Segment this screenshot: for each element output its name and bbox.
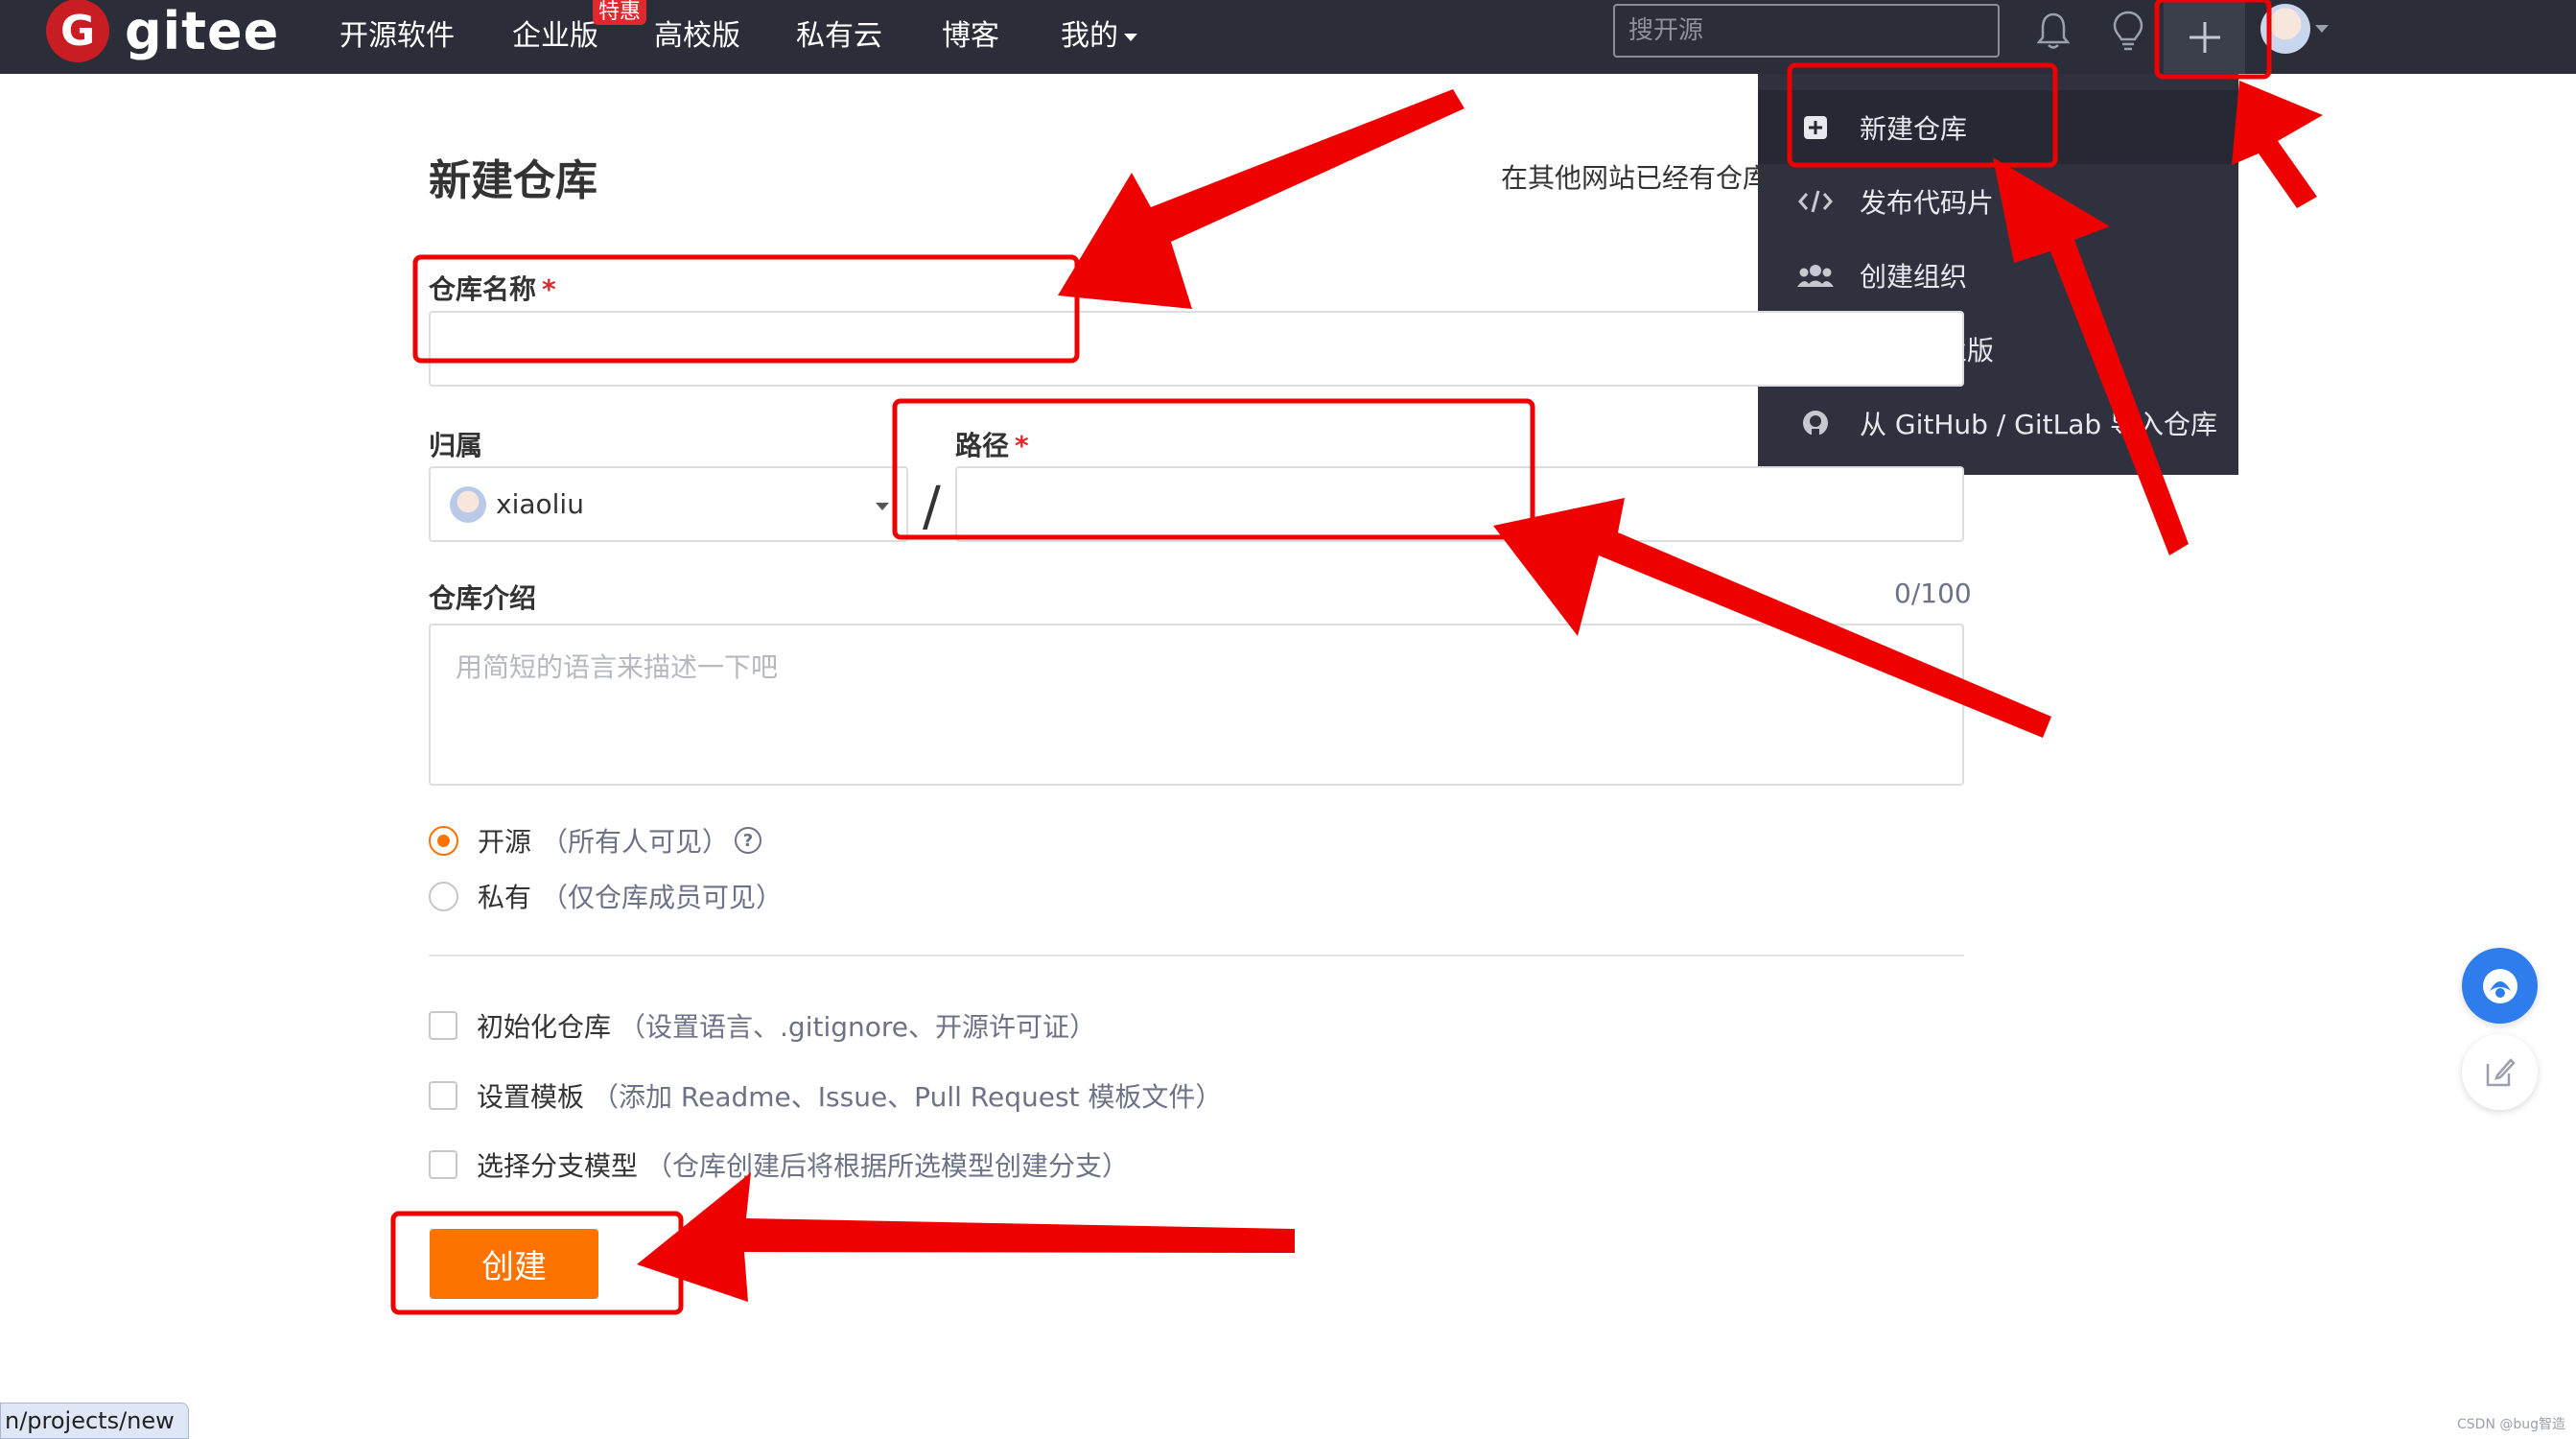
- page: G gitee 开源软件 企业版 特惠 高校版 私有云 博客 我的 新建仓库: [0, 0, 2576, 1439]
- path-input[interactable]: [955, 466, 1964, 542]
- option-branch-model[interactable]: 选择分支模型 （仓库创建后将根据所选模型创建分支）: [429, 1145, 1129, 1184]
- create-dropdown-menu: 新建仓库 发布代码片 创建组织 开通企业版 从 GitHub / GitLab …: [1758, 74, 2238, 475]
- assistant-float-icon[interactable]: [2462, 948, 2538, 1024]
- required-mark: *: [1015, 430, 1029, 461]
- repo-name-input[interactable]: [429, 311, 1964, 387]
- nav-open-source[interactable]: 开源软件: [340, 12, 455, 54]
- plus-square-icon: [1796, 108, 1835, 147]
- arrow-to-repo-name: [1058, 89, 1464, 309]
- menu-publish-snippet[interactable]: 发布代码片: [1758, 164, 2238, 238]
- lightbulb-icon[interactable]: [2103, 6, 2153, 56]
- nav-university[interactable]: 高校版: [654, 12, 740, 54]
- page-title: 新建仓库: [429, 156, 597, 205]
- checkbox-branch-model[interactable]: [429, 1150, 457, 1179]
- gitee-logo[interactable]: G gitee: [46, 0, 280, 62]
- divider: [429, 955, 1964, 956]
- intro-textarea[interactable]: [429, 624, 1964, 786]
- visibility-public-label: 开源: [478, 826, 532, 858]
- checkbox-init-repo[interactable]: [429, 1011, 457, 1040]
- nav-mine-label: 我的: [1061, 19, 1118, 53]
- visibility-public-hint: （所有人可见）: [541, 826, 730, 858]
- visibility-private[interactable]: 私有 （仅仓库成员可见）: [429, 877, 783, 915]
- menu-create-org-label: 创建组织: [1860, 260, 1968, 293]
- nav-blog[interactable]: 博客: [942, 12, 999, 54]
- top-navbar: G gitee 开源软件 企业版 特惠 高校版 私有云 博客 我的: [0, 0, 2576, 74]
- required-mark: *: [542, 273, 556, 305]
- status-bar-url: n/projects/new: [0, 1403, 189, 1439]
- menu-import-repo[interactable]: 从 GitHub / GitLab 导入仓库: [1758, 386, 2238, 460]
- path-label: 路径 *: [955, 425, 1029, 463]
- radio-public[interactable]: [429, 825, 458, 856]
- bell-icon[interactable]: [2028, 6, 2078, 56]
- option-template-label: 设置模板: [477, 1081, 585, 1113]
- owner-name: xiaoliu: [496, 488, 584, 520]
- option-init-repo[interactable]: 初始化仓库 （设置语言、.gitignore、开源许可证）: [429, 1006, 1096, 1045]
- search-input[interactable]: [1613, 4, 2000, 58]
- chevron-down-icon: [1124, 33, 1137, 41]
- users-icon: [1796, 256, 1835, 295]
- import-hint[interactable]: 在其他网站已经有仓库: [1501, 157, 1769, 196]
- owner-label: 归属: [429, 430, 483, 461]
- option-template-hint: （添加 Readme、Issue、Pull Request 模板文件）: [592, 1081, 1223, 1113]
- create-button[interactable]: 创建: [430, 1229, 598, 1299]
- avatar[interactable]: [2260, 4, 2310, 54]
- avatar-caret-icon[interactable]: [2315, 25, 2329, 33]
- watermark: CSDN @bug智造: [2457, 1417, 2566, 1432]
- intro-char-counter: 0/100: [1894, 578, 1972, 609]
- checkbox-template[interactable]: [429, 1081, 457, 1110]
- logo-badge: G: [46, 0, 109, 62]
- repo-name-label: 仓库名称 *: [429, 269, 556, 307]
- path-separator: /: [923, 476, 941, 538]
- option-branch-model-label: 选择分支模型: [477, 1150, 639, 1182]
- feedback-edit-icon[interactable]: [2462, 1034, 2538, 1110]
- arrow-to-plus: [2232, 81, 2323, 208]
- option-template[interactable]: 设置模板 （添加 Readme、Issue、Pull Request 模板文件）: [429, 1076, 1222, 1115]
- option-init-repo-label: 初始化仓库: [477, 1011, 612, 1043]
- menu-publish-snippet-label: 发布代码片: [1860, 186, 1995, 219]
- menu-create-org[interactable]: 创建组织: [1758, 238, 2238, 312]
- help-icon[interactable]: ?: [735, 827, 762, 854]
- radio-private[interactable]: [429, 881, 458, 911]
- code-icon: [1796, 182, 1835, 221]
- menu-new-repo-label: 新建仓库: [1860, 112, 1968, 145]
- promo-badge: 特惠: [593, 0, 647, 25]
- visibility-private-hint: （仅仓库成员可见）: [541, 882, 784, 913]
- visibility-private-label: 私有: [478, 882, 532, 913]
- path-label-text: 路径: [955, 430, 1010, 461]
- visibility-public[interactable]: 开源 （所有人可见） ?: [429, 821, 762, 860]
- option-branch-model-hint: （仓库创建后将根据所选模型创建分支）: [645, 1150, 1130, 1182]
- nav-enterprise[interactable]: 企业版: [512, 12, 598, 54]
- repo-name-label-text: 仓库名称: [429, 273, 537, 305]
- menu-new-repo[interactable]: 新建仓库: [1758, 90, 2238, 164]
- intro-label: 仓库介绍: [429, 582, 537, 614]
- nav-private-cloud[interactable]: 私有云: [796, 12, 882, 54]
- plus-icon[interactable]: [2164, 0, 2245, 74]
- owner-select[interactable]: xiaoliu: [429, 466, 908, 542]
- github-icon: [1796, 404, 1835, 442]
- arrow-to-create: [637, 1172, 1295, 1302]
- owner-avatar: [450, 485, 486, 523]
- option-init-repo-hint: （设置语言、.gitignore、开源许可证）: [619, 1011, 1097, 1043]
- logo-text: gitee: [125, 0, 280, 61]
- menu-import-repo-label: 从 GitHub / GitLab 导入仓库: [1860, 408, 2218, 440]
- chevron-down-icon: [876, 503, 889, 510]
- nav-mine[interactable]: 我的: [1061, 12, 1137, 54]
